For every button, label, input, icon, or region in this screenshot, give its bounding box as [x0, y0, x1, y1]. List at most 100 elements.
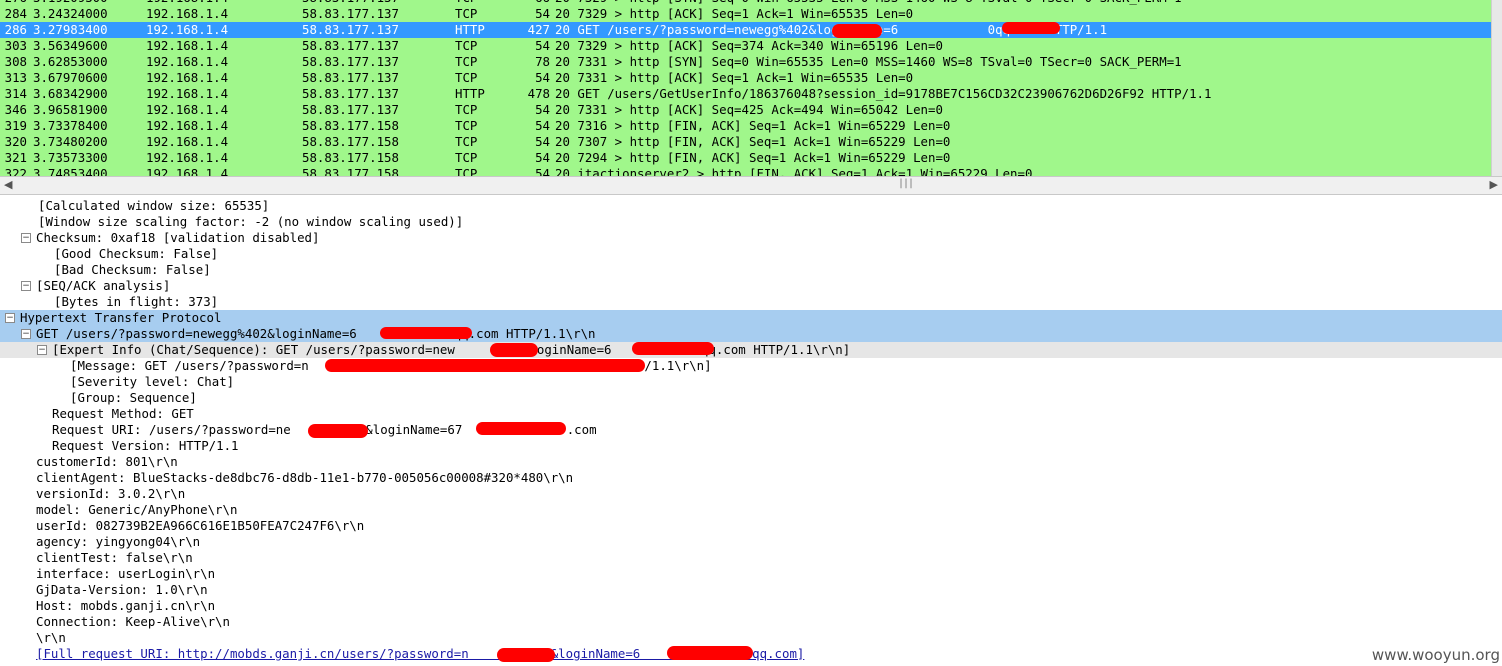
packet-len-cell: 78 — [535, 54, 550, 69]
detail-tree-label: [Good Checksum: False] — [54, 246, 219, 261]
detail-tree-label: userId: 082739B2EA966C616E1B50FEA7C247F6… — [36, 518, 365, 533]
detail-tree-item[interactable]: − [SEQ/ACK analysis] — [0, 278, 1502, 294]
packet-info-cell: 20 7331 > http [SYN] Seq=0 Win=65535 Len… — [555, 54, 1182, 69]
detail-tree-item[interactable]: customerId: 801\r\n — [0, 454, 1502, 470]
packet-row[interactable]: 313 3.67970600 192.168.1.4 58.83.177.137 TCP… — [0, 70, 1502, 86]
packet-src-cell: 192.168.1.4 — [146, 54, 229, 69]
packet-list: 2763.19209300192.168.1.458.83.177.137TCP… — [0, 0, 1502, 182]
packet-proto-cell: TCP — [455, 54, 478, 69]
detail-tree-item[interactable]: Request Version: HTTP/1.1 — [0, 438, 1502, 454]
detail-tree-label: Host: mobds.ganji.cn\r\n — [36, 598, 216, 613]
detail-tree-label: Checksum: 0xaf18 [validation disabled] — [36, 230, 320, 245]
detail-tree-item[interactable]: − Hypertext Transfer Protocol — [0, 310, 1502, 326]
detail-tree-item[interactable]: − [Expert Info (Chat/Sequence): GET /user… — [0, 342, 1502, 358]
detail-tree-item[interactable]: clientTest: false\r\n — [0, 550, 1502, 566]
detail-tree-label: \r\n — [36, 630, 66, 645]
detail-tree-item[interactable]: [Bad Checksum: False] — [0, 262, 1502, 278]
packet-info-cell: 20 7329 > http [ACK] Seq=374 Ack=340 Win… — [555, 38, 943, 53]
packet-no-cell: 321 — [4, 150, 27, 165]
redaction-mark — [490, 343, 538, 357]
packet-time-cell: 3.24324000 — [33, 6, 108, 21]
packet-row[interactable]: 284 3.24324000 192.168.1.4 58.83.177.137 TCP… — [0, 6, 1502, 22]
detail-tree-item[interactable]: [Bytes in flight: 373] — [0, 294, 1502, 310]
packet-dst-cell: 58.83.177.158 — [302, 118, 399, 133]
detail-tree-item[interactable]: Request URI: /users/?password=ne 02&logi… — [0, 422, 1502, 438]
scroll-grip-icon[interactable]: ||| — [898, 178, 914, 189]
detail-tree-item[interactable]: [Good Checksum: False] — [0, 246, 1502, 262]
detail-tree-label: [Bytes in flight: 373] — [54, 294, 219, 309]
packet-row[interactable]: 319 3.73378400 192.168.1.4 58.83.177.158 TCP… — [0, 118, 1502, 134]
packet-proto-cell: TCP — [455, 118, 478, 133]
detail-tree-item[interactable]: userId: 082739B2EA966C616E1B50FEA7C247F6… — [0, 518, 1502, 534]
collapse-toggle-icon[interactable]: − — [5, 313, 15, 323]
detail-tree-item[interactable]: [Message: GET /users/?password=n HTTP/1.… — [0, 358, 1502, 374]
packet-list-vscrollbar[interactable] — [1491, 0, 1502, 188]
detail-tree-label: GjData-Version: 1.0\r\n — [36, 582, 208, 597]
detail-tree-item[interactable]: GjData-Version: 1.0\r\n — [0, 582, 1502, 598]
packet-no-cell: 284 — [4, 6, 27, 21]
redaction-mark — [308, 424, 368, 438]
detail-tree-item[interactable]: [Window size scaling factor: -2 (no wind… — [0, 214, 1502, 230]
scroll-left-icon[interactable]: ◀ — [4, 178, 12, 191]
detail-tree-label: Connection: Keep-Alive\r\n — [36, 614, 230, 629]
detail-tree-label: Request Method: GET — [52, 406, 194, 421]
packet-len-cell: 54 — [535, 134, 550, 149]
packet-info-cell: 20 7307 > http [FIN, ACK] Seq=1 Ack=1 Wi… — [555, 134, 951, 149]
packet-no-cell: 320 — [4, 134, 27, 149]
packet-dst-cell: 58.83.177.137 — [302, 102, 399, 117]
detail-tree-item[interactable]: [Severity level: Chat] — [0, 374, 1502, 390]
packet-row[interactable]: 346 3.96581900 192.168.1.4 58.83.177.137 TCP… — [0, 102, 1502, 118]
packet-list-hscrollbar[interactable]: ◀ ||| ▶ — [0, 176, 1502, 195]
collapse-toggle-icon[interactable]: − — [21, 233, 31, 243]
packet-time-cell: 3.67970600 — [33, 70, 108, 85]
detail-tree-label: [SEQ/ACK analysis] — [36, 278, 171, 293]
packet-src-cell: 192.168.1.4 — [146, 6, 229, 21]
packet-row[interactable]: 320 3.73480200 192.168.1.4 58.83.177.158 TCP… — [0, 134, 1502, 150]
packet-row[interactable]: 321 3.73573300 192.168.1.4 58.83.177.158 TCP… — [0, 150, 1502, 166]
redaction-mark — [667, 646, 753, 660]
packet-src-cell: 192.168.1.4 — [146, 134, 229, 149]
collapse-toggle-icon[interactable]: − — [21, 281, 31, 291]
packet-src-cell: 192.168.1.4 — [146, 150, 229, 165]
detail-tree-item[interactable]: clientAgent: BlueStacks-de8dbc76-d8db-11… — [0, 470, 1502, 486]
packet-proto-cell: TCP — [455, 134, 478, 149]
scroll-right-icon[interactable]: ▶ — [1490, 178, 1498, 191]
packet-len-cell: 54 — [535, 6, 550, 21]
packet-row[interactable]: 303 3.56349600 192.168.1.4 58.83.177.137 TCP… — [0, 38, 1502, 54]
detail-tree-item[interactable]: interface: userLogin\r\n — [0, 566, 1502, 582]
detail-tree-item[interactable]: − Checksum: 0xaf18 [validation disabled] — [0, 230, 1502, 246]
detail-tree-item[interactable]: Request Method: GET — [0, 406, 1502, 422]
detail-tree-item[interactable]: Host: mobds.ganji.cn\r\n — [0, 598, 1502, 614]
packet-info-cell: 20 7316 > http [FIN, ACK] Seq=1 Ack=1 Wi… — [555, 118, 951, 133]
packet-no-cell: 313 — [4, 70, 27, 85]
packet-proto-cell: HTTP — [455, 86, 485, 101]
redaction-mark — [632, 342, 714, 355]
detail-tree-item[interactable]: \r\n — [0, 630, 1502, 646]
detail-tree-label: [Group: Sequence] — [70, 390, 197, 405]
collapse-toggle-icon[interactable]: − — [37, 345, 47, 355]
collapse-toggle-icon[interactable]: − — [21, 329, 31, 339]
packet-time-cell: 3.68342900 — [33, 86, 108, 101]
detail-tree-label: clientTest: false\r\n — [36, 550, 193, 565]
detail-tree-item[interactable]: model: Generic/AnyPhone\r\n — [0, 502, 1502, 518]
packet-info-cell: 20 7331 > http [ACK] Seq=425 Ack=494 Win… — [555, 102, 943, 117]
packet-time-cell: 3.27983400 — [33, 22, 108, 37]
detail-tree-item[interactable]: agency: yingyong04\r\n — [0, 534, 1502, 550]
detail-tree-item[interactable]: versionId: 3.0.2\r\n — [0, 486, 1502, 502]
packet-len-cell: 478 — [527, 86, 550, 101]
detail-tree-item[interactable]: [Group: Sequence] — [0, 390, 1502, 406]
packet-row[interactable]: 314 3.68342900 192.168.1.4 58.83.177.137 HTT… — [0, 86, 1502, 102]
packet-row[interactable]: 308 3.62853000 192.168.1.4 58.83.177.137 TCP… — [0, 54, 1502, 70]
detail-tree-item[interactable]: Connection: Keep-Alive\r\n — [0, 614, 1502, 630]
packet-src-cell: 192.168.1.4 — [146, 38, 229, 53]
detail-tree-item[interactable]: − GET /users/?password=newegg%402&loginNa… — [0, 326, 1502, 342]
packet-time-cell: 3.56349600 — [33, 38, 108, 53]
packet-row[interactable]: 286 3.27983400 192.168.1.4 58.83.177.137 HTT… — [0, 22, 1502, 38]
detail-tree-label: customerId: 801\r\n — [36, 454, 178, 469]
packet-info-cell: 20 7329 > http [ACK] Seq=1 Ack=1 Win=655… — [555, 6, 914, 21]
packet-dst-cell: 58.83.177.137 — [302, 38, 399, 53]
packet-time-cell: 3.73378400 — [33, 118, 108, 133]
detail-tree-item[interactable]: [Calculated window size: 65535] — [0, 198, 1502, 214]
watermark: www.wooyun.org — [1371, 646, 1500, 664]
detail-tree-label: Hypertext Transfer Protocol — [20, 310, 222, 325]
